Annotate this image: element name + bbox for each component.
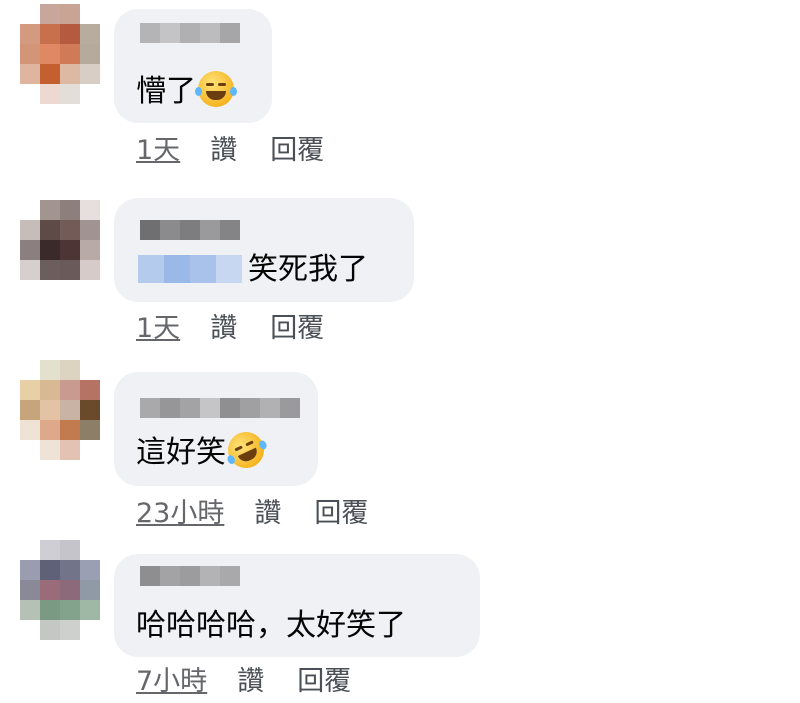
comment-bubble: 這好笑 bbox=[114, 372, 318, 486]
comment-item: 這好笑 23小時 讚 回覆 bbox=[0, 360, 800, 535]
comment-actions: 23小時 讚 回覆 bbox=[136, 499, 368, 529]
mentioned-user-link[interactable] bbox=[138, 255, 242, 283]
reply-button[interactable]: 回覆 bbox=[297, 667, 351, 697]
like-button[interactable]: 讚 bbox=[210, 136, 237, 166]
timestamp-link[interactable]: 1天 bbox=[136, 314, 180, 344]
comment-actions: 1天 讚 回覆 bbox=[136, 314, 324, 344]
comment-actions: 7小時 讚 回覆 bbox=[136, 667, 351, 697]
author-name[interactable] bbox=[140, 566, 240, 586]
comment-text: 哈哈哈哈，太好笑了 bbox=[136, 608, 406, 643]
comment-bubble: 哈哈哈哈，太好笑了 bbox=[114, 554, 480, 657]
timestamp-link[interactable]: 23小時 bbox=[136, 499, 224, 529]
comment-bubble: 笑死我了 bbox=[114, 198, 414, 302]
comment-item: 懵了 1天 讚 回覆 bbox=[0, 0, 800, 175]
avatar[interactable] bbox=[20, 360, 100, 460]
comment-actions: 1天 讚 回覆 bbox=[136, 136, 324, 166]
like-button[interactable]: 讚 bbox=[210, 314, 237, 344]
author-name[interactable] bbox=[140, 23, 240, 43]
author-name[interactable] bbox=[140, 398, 300, 418]
like-button[interactable]: 讚 bbox=[237, 667, 264, 697]
comment-bubble: 懵了 bbox=[114, 9, 272, 123]
timestamp-link[interactable]: 1天 bbox=[136, 136, 180, 166]
reply-button[interactable]: 回覆 bbox=[270, 314, 324, 344]
avatar[interactable] bbox=[20, 540, 100, 640]
timestamp-link[interactable]: 7小時 bbox=[136, 667, 207, 697]
comment-text: 懵了 bbox=[136, 71, 237, 109]
avatar[interactable] bbox=[20, 200, 100, 300]
comment-text: 這好笑 bbox=[136, 426, 270, 474]
comment-item: 笑死我了 1天 讚 回覆 bbox=[0, 190, 800, 355]
like-button[interactable]: 讚 bbox=[254, 499, 281, 529]
author-name[interactable] bbox=[140, 220, 240, 240]
reply-button[interactable]: 回覆 bbox=[270, 136, 324, 166]
avatar[interactable] bbox=[20, 4, 100, 104]
comment-item: 哈哈哈哈，太好笑了 7小時 讚 回覆 bbox=[0, 540, 800, 703]
comment-text: 笑死我了 bbox=[138, 253, 368, 287]
reply-button[interactable]: 回覆 bbox=[314, 499, 368, 529]
face-with-tears-of-joy-icon bbox=[195, 71, 237, 107]
rolling-on-floor-laughing-icon bbox=[222, 426, 270, 474]
